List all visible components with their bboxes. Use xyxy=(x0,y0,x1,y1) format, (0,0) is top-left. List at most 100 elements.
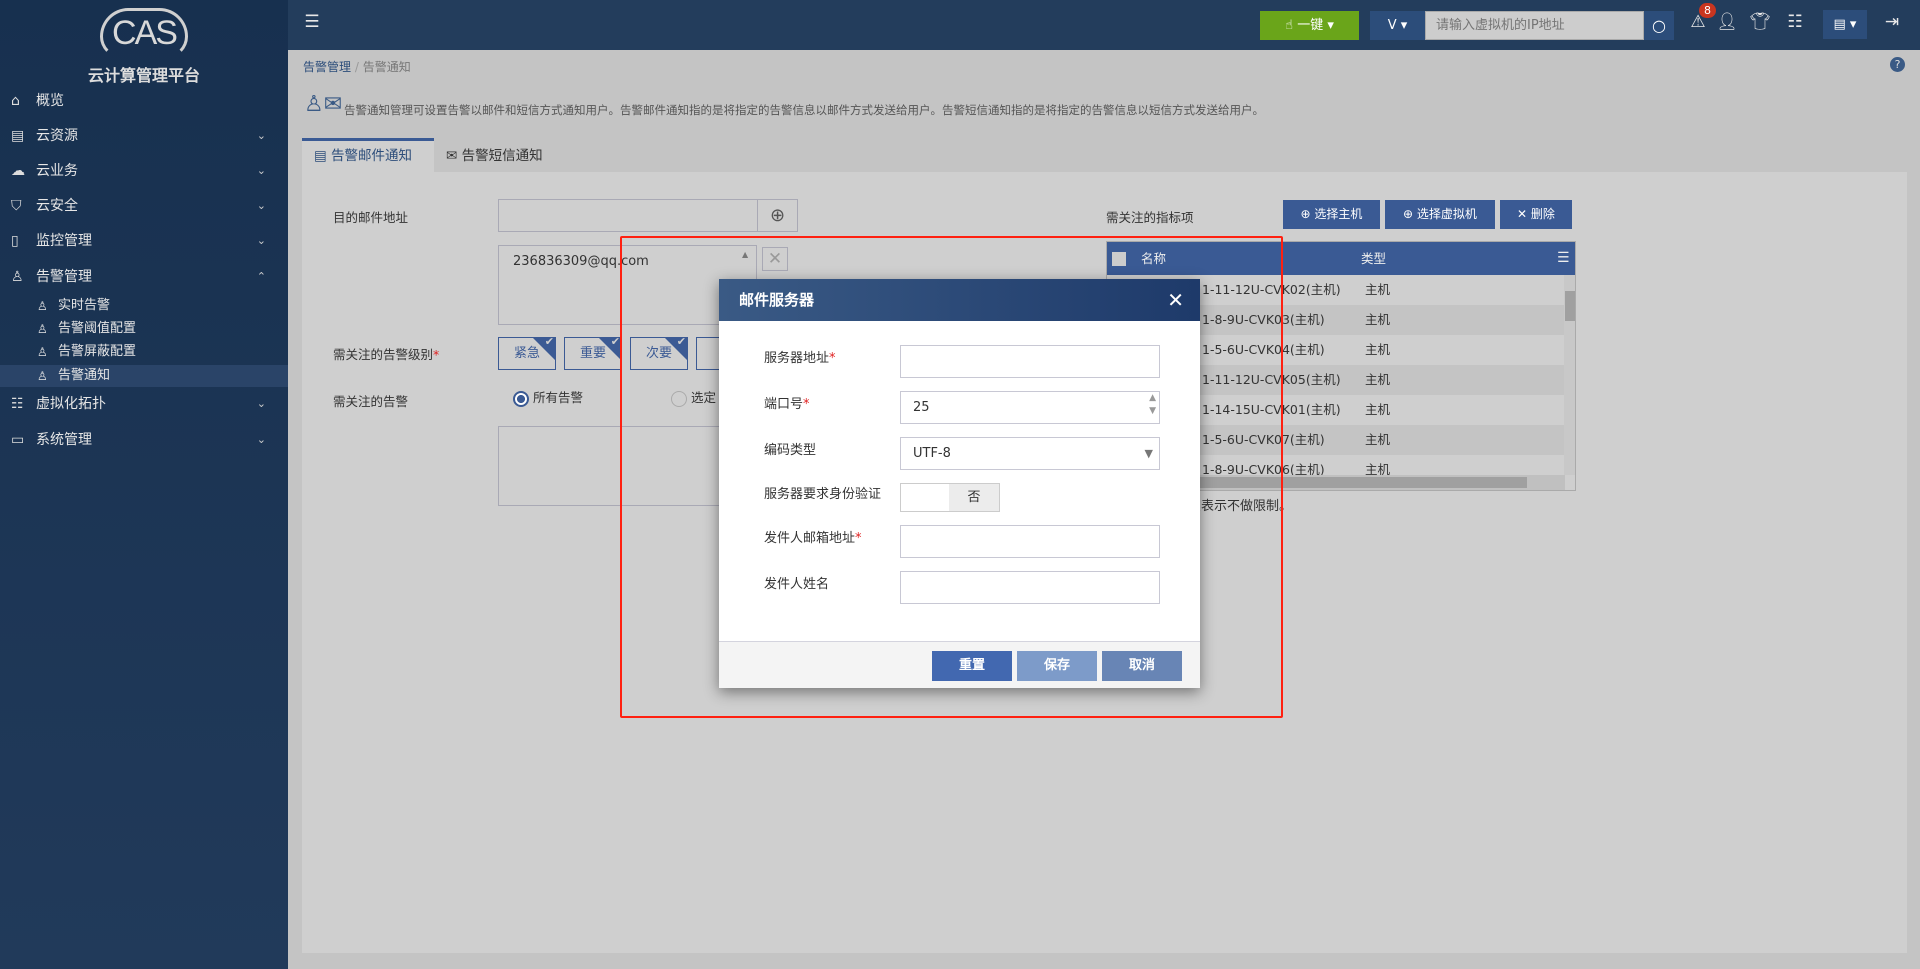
alarm-label: 需关注的告警 xyxy=(333,394,409,409)
label: 需关注的告警级别 xyxy=(333,347,434,362)
sidebar-item-cloud-security[interactable]: ⛉ 云安全 ⌄ xyxy=(0,189,288,223)
label: 告警短信通知 xyxy=(461,148,543,164)
logout-icon[interactable]: ⇥ xyxy=(1880,12,1904,32)
search-icon[interactable]: ○ xyxy=(1644,11,1674,40)
chevron-down-icon: ⌄ xyxy=(256,397,266,410)
level-urgent-toggle[interactable]: 紧急 ✔ xyxy=(498,337,556,370)
sidebar-sub-mask[interactable]: ♙ 告警屏蔽配置 xyxy=(0,341,288,363)
cancel-button[interactable]: 取消 xyxy=(1102,651,1182,681)
one-click-button[interactable]: ☝ 一键 ▾ xyxy=(1260,11,1359,40)
auth-toggle[interactable]: 否 xyxy=(900,483,1000,512)
label: 概览 xyxy=(36,93,64,109)
system-icon: ▭ xyxy=(11,432,25,448)
vm-type-dropdown[interactable]: V ▾ xyxy=(1370,11,1425,40)
dest-email-label: 目的邮件地址 xyxy=(333,210,409,225)
breadcrumb: 告警管理 / 告警通知 xyxy=(303,60,411,74)
user-icon[interactable]: 👤︎ xyxy=(1715,12,1739,32)
sender-name-input[interactable] xyxy=(900,571,1160,604)
info-text: 告警通知管理可设置告警以邮件和短信方式通知用户。告警邮件通知指的是将指定的告警信… xyxy=(344,103,1264,117)
menu-toggle-icon[interactable]: ☰ xyxy=(300,12,324,32)
sidebar-item-cloud-business[interactable]: ☁ 云业务 ⌄ xyxy=(0,154,288,188)
cell-type: 主机 xyxy=(1365,312,1391,327)
label: 虚拟化拓扑 xyxy=(36,396,106,412)
sidebar-sub-notify[interactable]: ♙ 告警通知 xyxy=(0,365,288,387)
radio-all-alarms[interactable]: 所有告警 xyxy=(513,387,583,407)
sidebar-item-alarm[interactable]: ♙ 告警管理 ⌃ xyxy=(0,260,288,294)
sidebar-item-topology[interactable]: ☷ 虚拟化拓扑 ⌄ xyxy=(0,387,288,421)
sidebar-item-monitor[interactable]: ▯ 监控管理 ⌄ xyxy=(0,224,288,258)
label: 选择主机 xyxy=(1314,207,1363,221)
label: 告警邮件通知 xyxy=(331,148,413,164)
save-button[interactable]: 保存 xyxy=(1017,651,1097,681)
label: 编码类型 xyxy=(764,443,817,458)
cell-type: 主机 xyxy=(1365,432,1391,447)
label: 重要 xyxy=(579,346,606,361)
close-icon[interactable]: ✕ xyxy=(1167,279,1184,321)
help-icon[interactable]: ? xyxy=(1890,57,1905,72)
check-icon: ✔ xyxy=(544,337,554,348)
col-type[interactable]: 类型 xyxy=(1361,242,1386,275)
chevron-down-icon: ⌄ xyxy=(256,234,266,247)
add-email-button[interactable]: ⊕ xyxy=(757,199,798,232)
chevron-down-icon: ⌄ xyxy=(256,199,266,212)
required-mark: * xyxy=(829,351,836,366)
stepper-arrows-icon[interactable]: ▲ ▼ xyxy=(1149,392,1156,418)
port-stepper[interactable]: 25 ▲ ▼ xyxy=(900,391,1160,424)
chevron-down-icon: ⌄ xyxy=(256,129,266,142)
sidebar-sub-realtime-alarm[interactable]: ♙ 实时告警 xyxy=(0,295,288,317)
label: 告警通知 xyxy=(58,368,111,383)
radio-checked-icon xyxy=(513,390,529,407)
dialog-title: 邮件服务器 xyxy=(739,291,815,309)
ip-search-input[interactable] xyxy=(1425,11,1644,40)
dest-email-input[interactable] xyxy=(498,199,758,232)
sidebar-sub-threshold[interactable]: ♙ 告警阈值配置 xyxy=(0,318,288,340)
bell-icon: ♙ xyxy=(37,322,48,336)
label: 云安全 xyxy=(36,198,78,214)
label: 服务器地址 xyxy=(764,351,830,366)
home-icon: ⌂ xyxy=(11,93,20,109)
scroll-thumb[interactable] xyxy=(1565,291,1575,321)
chevron-down-icon: ▼ xyxy=(1144,447,1153,460)
topbar xyxy=(288,0,1920,50)
list-icon[interactable]: ☷ xyxy=(1783,12,1807,32)
label: 实时告警 xyxy=(58,298,111,313)
select-host-button[interactable]: ⊕ 选择主机 xyxy=(1283,200,1380,229)
breadcrumb-parent[interactable]: 告警管理 xyxy=(303,60,351,74)
sender-email-input[interactable] xyxy=(900,525,1160,558)
field-label: 服务器地址* xyxy=(764,342,836,375)
label: 发件人姓名 xyxy=(764,577,830,592)
cell-type: 主机 xyxy=(1365,342,1391,357)
label: 云资源 xyxy=(36,128,78,144)
label: 发件人邮箱地址 xyxy=(764,531,856,546)
logo: CAS xyxy=(112,14,178,52)
cell-type: 主机 xyxy=(1365,282,1391,297)
level-label: 需关注的告警级别* xyxy=(333,347,440,362)
reset-button[interactable]: 重置 xyxy=(932,651,1012,681)
doc-icon: ▤ xyxy=(314,148,332,164)
metrics-label: 需关注的指标项 xyxy=(1106,210,1194,225)
vertical-scrollbar[interactable] xyxy=(1564,275,1575,475)
calendar-dropdown[interactable]: ▤ ▾ xyxy=(1823,10,1867,39)
server-address-input[interactable] xyxy=(900,345,1160,378)
required-mark: * xyxy=(803,397,810,412)
bell-icon: ♙ xyxy=(37,345,48,359)
sidebar-item-cloud-resource[interactable]: ▤ 云资源 ⌄ xyxy=(0,119,288,153)
dialog-header: 邮件服务器 ✕ xyxy=(719,279,1200,321)
theme-shirt-icon[interactable]: 👕︎ xyxy=(1748,12,1772,32)
field-label: 端口号* xyxy=(764,388,810,421)
level-important-toggle[interactable]: 重要 ✔ xyxy=(564,337,622,370)
label: 云业务 xyxy=(36,163,78,179)
tab-sms-notify[interactable]: ✉ 告警短信通知 xyxy=(446,141,543,172)
column-menu-icon[interactable]: ☰ xyxy=(1557,242,1570,275)
sidebar-item-overview[interactable]: ⌂ 概览 xyxy=(0,84,288,118)
sidebar-item-system[interactable]: ▭ 系统管理 ⌄ xyxy=(0,423,288,457)
required-mark: * xyxy=(855,531,862,546)
tab-email-notify[interactable]: ▤ 告警邮件通知 xyxy=(302,138,434,172)
shield-icon: ⛉ xyxy=(11,198,22,214)
select-vm-button[interactable]: ⊕ 选择虚拟机 xyxy=(1385,200,1495,229)
alarm-icon: ♙ xyxy=(11,269,24,285)
delete-button[interactable]: ✕ 删除 xyxy=(1500,200,1572,229)
encoding-select[interactable]: UTF-8 ▼ xyxy=(900,437,1160,470)
value: 25 xyxy=(913,400,930,415)
label: 所有告警 xyxy=(532,390,583,405)
